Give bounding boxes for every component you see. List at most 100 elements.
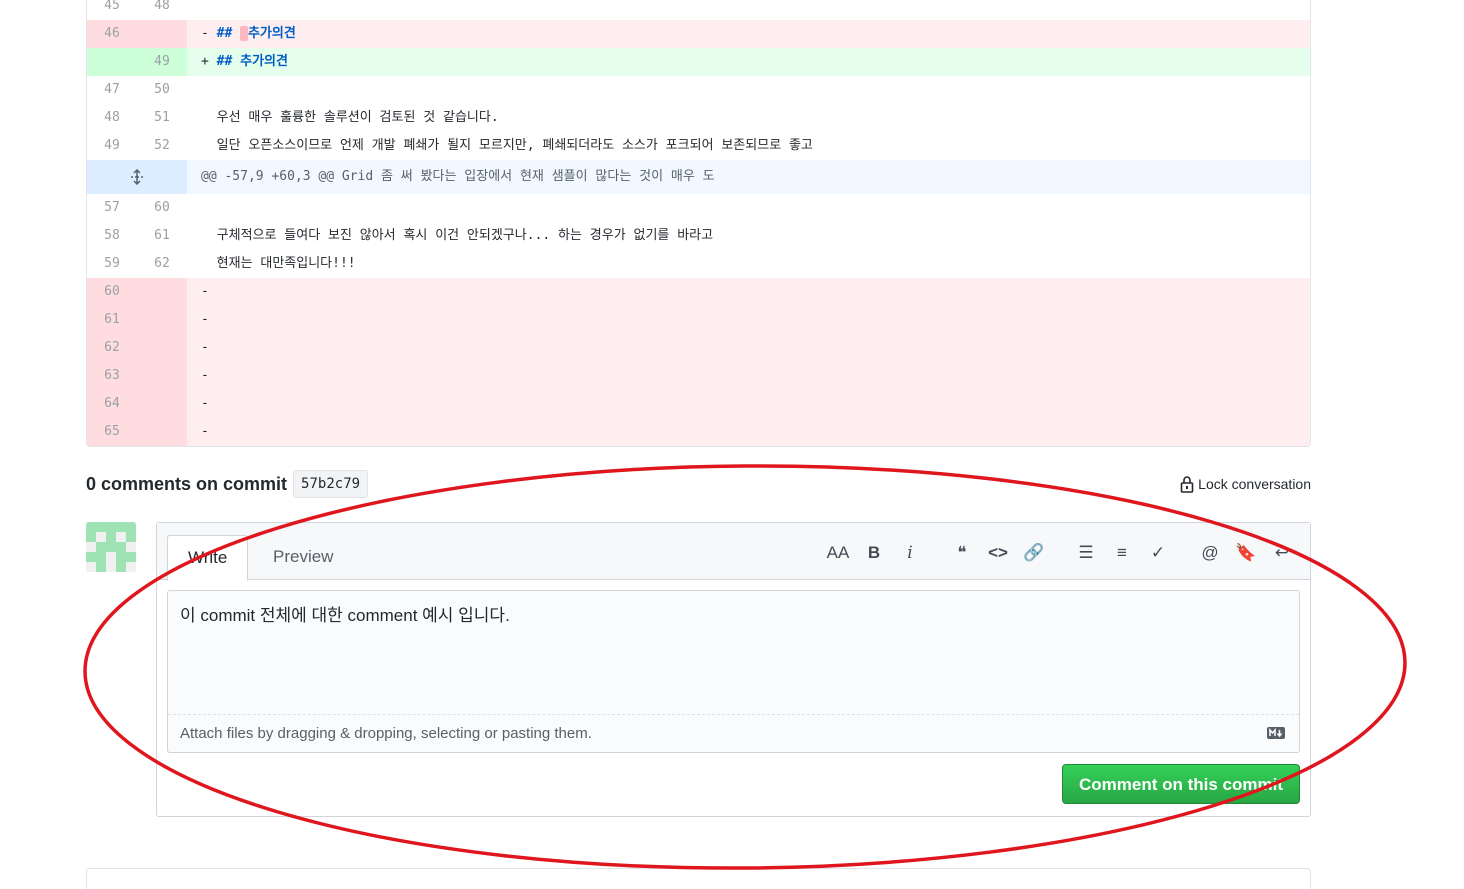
new-line-number[interactable]: 51 bbox=[137, 104, 187, 132]
old-line-number[interactable]: 59 bbox=[87, 250, 137, 278]
old-line-number[interactable]: 49 bbox=[87, 132, 137, 160]
new-line-number[interactable] bbox=[137, 418, 187, 446]
diff-line-code bbox=[187, 76, 1310, 104]
diff-row: 57 60 bbox=[87, 194, 1310, 222]
avatar[interactable] bbox=[86, 522, 136, 572]
diff-sign bbox=[201, 138, 217, 153]
new-line-number[interactable] bbox=[137, 390, 187, 418]
comment-textarea[interactable]: 이 commit 전체에 대한 comment 예시 입니다. bbox=[168, 591, 1299, 713]
old-line-number[interactable]: 47 bbox=[87, 76, 137, 104]
old-line-number[interactable]: 60 bbox=[87, 278, 137, 306]
identicon-icon bbox=[86, 522, 136, 572]
diff-sign: - bbox=[201, 424, 217, 439]
diff-sign bbox=[201, 110, 217, 125]
new-line-number[interactable] bbox=[137, 334, 187, 362]
diff-table: 45 48 46- ## 추가의견 49 + ## 추가의견 47 50 48 51 우선 … bbox=[86, 0, 1311, 447]
lock-conversation-button[interactable]: Lock conversation bbox=[1180, 475, 1311, 493]
old-line-number[interactable]: 57 bbox=[87, 194, 137, 222]
diff-row: 48 51 우선 매우 훌륭한 솔루션이 검토된 것 같습니다. bbox=[87, 104, 1310, 132]
new-line-number[interactable]: 52 bbox=[137, 132, 187, 160]
old-line-number[interactable]: 61 bbox=[87, 306, 137, 334]
numbered-list-icon[interactable]: ≡ bbox=[1104, 539, 1140, 567]
code-icon[interactable]: <> bbox=[980, 539, 1016, 567]
old-line-number[interactable]: 63 bbox=[87, 362, 137, 390]
diff-row: 49 52 일단 오픈소스이므로 언제 개발 폐쇄가 될지 모르지만, 폐쇄되더라… bbox=[87, 132, 1310, 160]
tab-write[interactable]: Write bbox=[167, 535, 249, 581]
diff-row: 47 50 bbox=[87, 76, 1310, 104]
diff-line-code: + ## 추가의견 bbox=[187, 48, 1310, 76]
new-line-number[interactable]: 60 bbox=[137, 194, 187, 222]
attach-files-hint: Attach files by dragging & dropping, sel… bbox=[180, 725, 592, 742]
diff-sign: - bbox=[201, 26, 217, 41]
text-size-icon[interactable]: AA bbox=[820, 539, 856, 567]
new-line-number[interactable] bbox=[137, 20, 187, 48]
new-line-number[interactable]: 49 bbox=[137, 48, 187, 76]
diff-line-code: 현재는 대만족입니다!!! bbox=[187, 250, 1310, 278]
lock-conversation-label: Lock conversation bbox=[1198, 476, 1311, 492]
old-line-number[interactable]: 64 bbox=[87, 390, 137, 418]
diff-row: 62 - bbox=[87, 334, 1310, 362]
diff-line-code bbox=[187, 0, 1310, 20]
reply-icon[interactable]: ↩ bbox=[1264, 539, 1300, 567]
new-line-number[interactable]: 50 bbox=[137, 76, 187, 104]
tab-preview[interactable]: Preview bbox=[253, 535, 353, 579]
hunk-header-text: @@ -57,9 +60,3 @@ Grid 좀 써 봤다는 입장에서 현재 샘… bbox=[187, 160, 1310, 194]
diff-line-text: 일단 오픈소스이므로 언제 개발 폐쇄가 될지 모르지만, 폐쇄되더라도 소스가… bbox=[216, 138, 813, 153]
bulleted-list-icon[interactable]: ☰ bbox=[1068, 539, 1104, 567]
task-list-icon[interactable]: ✓ bbox=[1140, 539, 1176, 567]
diff-line-code: 일단 오픈소스이므로 언제 개발 폐쇄가 될지 모르지만, 폐쇄되더라도 소스가… bbox=[187, 132, 1310, 160]
markdown-icon[interactable] bbox=[1267, 727, 1285, 739]
new-line-number[interactable]: 48 bbox=[137, 0, 187, 20]
new-line-number[interactable]: 62 bbox=[137, 250, 187, 278]
lock-icon bbox=[1180, 476, 1194, 493]
old-line-number[interactable]: 65 bbox=[87, 418, 137, 446]
unfold-icon[interactable] bbox=[87, 160, 187, 194]
saved-reply-icon[interactable]: 🔖 bbox=[1228, 539, 1264, 567]
commit-sha[interactable]: 57b2c79 bbox=[293, 470, 369, 498]
diff-row: 64 - bbox=[87, 390, 1310, 418]
diff-line-code: - bbox=[187, 306, 1310, 334]
new-line-number[interactable] bbox=[137, 278, 187, 306]
diff-line-text: 구체적으로 들여다 보진 않아서 혹시 이건 안되겠구나... 하는 경우가 없… bbox=[216, 228, 714, 243]
quote-icon[interactable]: ❝ bbox=[944, 539, 980, 567]
old-line-number[interactable]: 48 bbox=[87, 104, 137, 132]
old-line-number[interactable]: 46 bbox=[87, 20, 137, 48]
comments-header: 0 comments on commit 57b2c79 bbox=[86, 470, 369, 498]
diff-sign: + bbox=[201, 54, 217, 69]
italic-icon[interactable]: i bbox=[892, 539, 928, 567]
diff-line-text: 우선 매우 훌륭한 솔루션이 검토된 것 같습니다. bbox=[216, 110, 499, 125]
diff-sign: - bbox=[201, 284, 217, 299]
new-line-number[interactable] bbox=[137, 306, 187, 334]
old-line-number[interactable]: 62 bbox=[87, 334, 137, 362]
new-line-number[interactable]: 61 bbox=[137, 222, 187, 250]
diff-line-code: - bbox=[187, 390, 1310, 418]
bold-icon[interactable]: B bbox=[856, 539, 892, 567]
comment-form: Write Preview AA Bi ❝ <> 🔗 ☰ ≡ ✓ @ 🔖 ↩ 이 commit 전체… bbox=[156, 522, 1311, 817]
diff-line-rest: 추가의견 bbox=[247, 26, 296, 41]
diff-sign: - bbox=[201, 312, 217, 327]
new-line-number[interactable] bbox=[137, 362, 187, 390]
diff-line-code: - bbox=[187, 334, 1310, 362]
next-section-box bbox=[86, 868, 1311, 889]
comment-editor: 이 commit 전체에 대한 comment 예시 입니다. Attach f… bbox=[167, 590, 1300, 753]
old-line-number[interactable]: 45 bbox=[87, 0, 137, 20]
old-line-number[interactable]: 58 bbox=[87, 222, 137, 250]
link-icon[interactable]: 🔗 bbox=[1016, 539, 1052, 567]
diff-line-code: - bbox=[187, 278, 1310, 306]
old-line-number[interactable] bbox=[87, 48, 137, 76]
comments-title: 0 comments on commit bbox=[86, 473, 288, 494]
diff-sign bbox=[201, 256, 217, 271]
diff-line-code: - bbox=[187, 418, 1310, 446]
diff-line-text: 현재는 대만족입니다!!! bbox=[216, 256, 356, 271]
diff-sign bbox=[201, 82, 217, 97]
diff-line-code bbox=[187, 194, 1310, 222]
markdown-toolbar: AA Bi ❝ <> 🔗 ☰ ≡ ✓ @ 🔖 ↩ bbox=[820, 539, 1300, 567]
attach-files-area[interactable]: Attach files by dragging & dropping, sel… bbox=[168, 714, 1299, 752]
diff-sign bbox=[201, 200, 217, 215]
diff-sign: - bbox=[201, 396, 217, 411]
comment-submit-button[interactable]: Comment on this commit bbox=[1061, 764, 1300, 804]
mention-icon[interactable]: @ bbox=[1192, 539, 1228, 567]
diff-row: 49 + ## 추가의견 bbox=[87, 48, 1310, 76]
editor-tabbar: Write Preview AA Bi ❝ <> 🔗 ☰ ≡ ✓ @ 🔖 ↩ bbox=[157, 523, 1310, 581]
diff-row: 45 48 bbox=[87, 0, 1310, 20]
